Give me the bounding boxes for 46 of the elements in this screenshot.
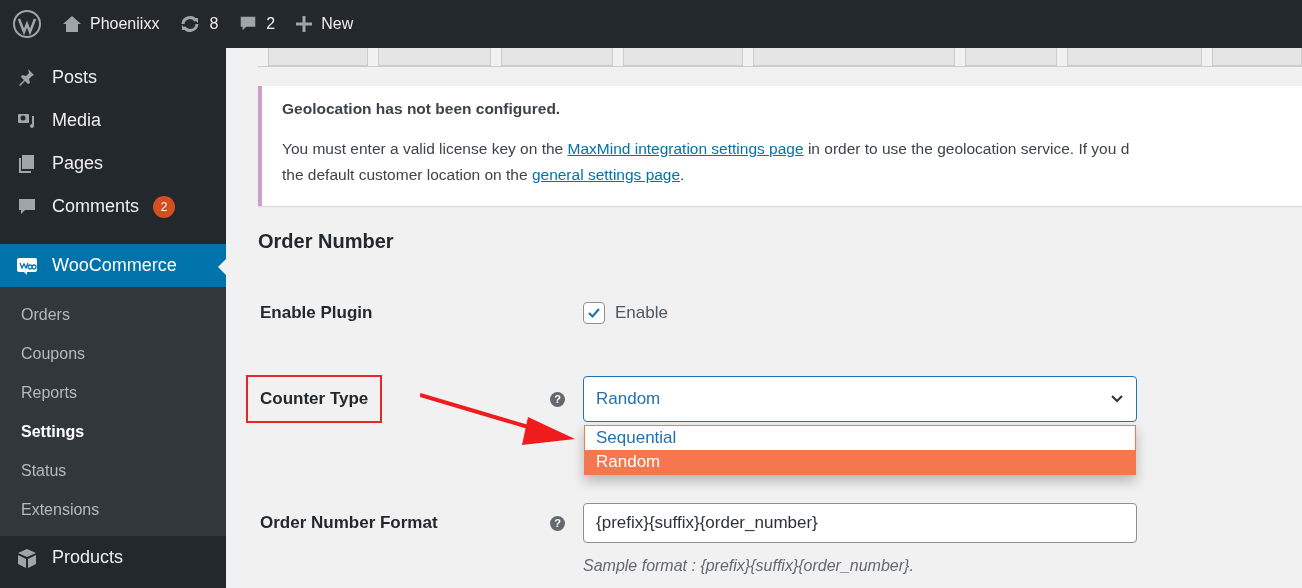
sidebar-item[interactable]: Comments 2 xyxy=(0,185,226,228)
sidebar-item[interactable]: Media xyxy=(0,99,226,142)
field-label: Enable Plugin xyxy=(259,302,374,324)
nav-tab[interactable] xyxy=(1211,48,1302,66)
box-icon xyxy=(16,546,38,569)
sidebar-item[interactable]: Products xyxy=(0,536,226,579)
submenu-item[interactable]: Coupons xyxy=(0,334,226,373)
notice-text: the default customer location on the general settings page. xyxy=(282,162,1302,188)
submenu-item[interactable]: Orders xyxy=(0,295,226,334)
submenu-item[interactable]: Settings xyxy=(0,412,226,451)
notice-text: You must enter a valid license key on the MaxMind integration settings page in order to use the geolocation service. If you d xyxy=(282,136,1302,162)
checkbox-label: Enable xyxy=(615,303,668,323)
submenu-item[interactable]: Status xyxy=(0,451,226,490)
chevron-down-icon xyxy=(1110,394,1124,404)
nav-tab[interactable] xyxy=(964,48,1058,66)
updates-link[interactable]: 8 xyxy=(179,15,219,33)
dropdown-option[interactable]: Sequential xyxy=(585,426,1135,450)
field-label: Counter Type xyxy=(246,375,383,423)
count-badge: 2 xyxy=(153,195,176,218)
nav-tab[interactable] xyxy=(501,48,613,66)
help-icon[interactable]: ? xyxy=(550,391,565,407)
new-link[interactable]: New xyxy=(295,15,354,33)
wordpress-logo-icon[interactable] xyxy=(12,9,42,39)
field-label: Order Number Format xyxy=(259,512,439,534)
settings-link[interactable]: MaxMind integration settings page xyxy=(567,136,804,162)
nav-tab[interactable] xyxy=(378,48,492,66)
notice-title: Geolocation has not been configured. xyxy=(282,100,562,118)
sidebar-item[interactable]: Posts xyxy=(0,56,226,99)
plus-icon xyxy=(295,15,314,33)
sidebar-item[interactable]: WooCommerce xyxy=(0,244,226,287)
sidebar-item[interactable]: Pages xyxy=(0,142,226,185)
section-heading: Order Number xyxy=(258,230,395,253)
comments-link[interactable]: 2 xyxy=(238,14,276,34)
submenu-item[interactable]: Reports xyxy=(0,373,226,412)
nav-tab[interactable] xyxy=(622,48,743,66)
nav-tab[interactable] xyxy=(1067,48,1202,66)
order-number-format-field[interactable]: {prefix}{suffix}{order_number} xyxy=(583,503,1137,543)
submenu-item[interactable]: Extensions xyxy=(0,490,226,529)
settings-link[interactable]: general settings page xyxy=(531,162,681,188)
help-icon[interactable]: ? xyxy=(550,515,565,531)
nav-tab[interactable] xyxy=(268,48,369,66)
checkbox[interactable] xyxy=(583,302,605,324)
field-description: Sample format : {prefix}{suffix}{order_number}. xyxy=(583,557,915,575)
nav-tab[interactable] xyxy=(752,48,955,66)
site-link[interactable]: Phoeniixx xyxy=(62,15,160,33)
home-icon xyxy=(62,15,82,33)
